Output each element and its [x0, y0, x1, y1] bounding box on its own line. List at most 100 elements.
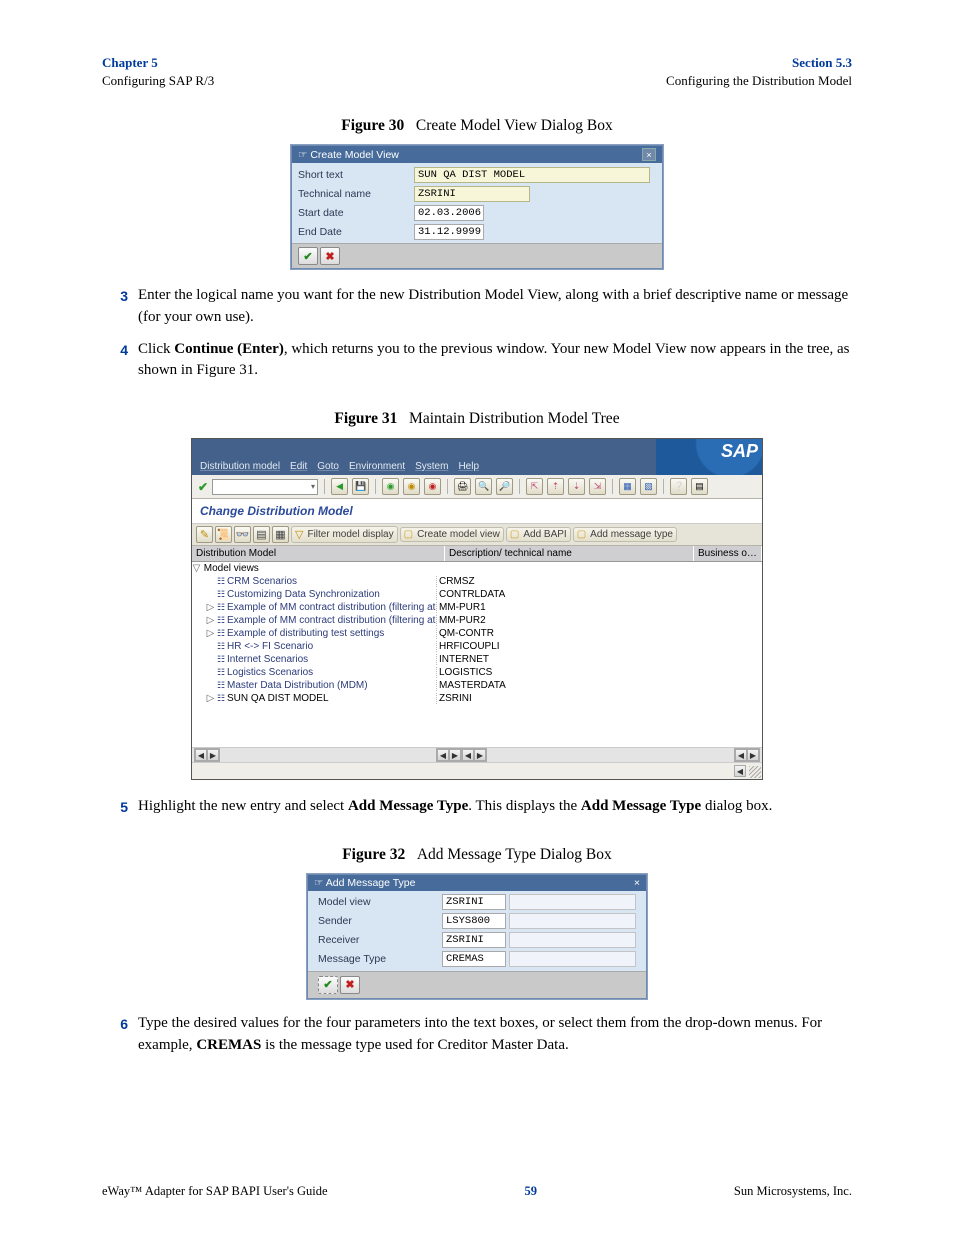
model-icon: ☷ [215, 641, 227, 652]
tree-root[interactable]: ▽ Model views [192, 562, 762, 575]
model-icon: ☷ [215, 693, 227, 704]
tree-item[interactable]: ☷Master Data Distribution (MDM)MASTERDAT… [192, 679, 762, 692]
model-icon: ☷ [215, 667, 227, 678]
scroll-left-icon-3[interactable]: ◀ [462, 749, 474, 761]
dialog-title-icon: ☞ [298, 149, 310, 161]
ok-button[interactable]: ✔ [318, 976, 338, 994]
nav-back-icon[interactable]: ◉ [382, 478, 399, 495]
status-caret-icon[interactable]: ◀ [734, 765, 746, 777]
model-view-input[interactable]: ZSRINI [442, 894, 506, 910]
scroll-right-icon-3[interactable]: ▶ [474, 749, 486, 761]
menu-goto[interactable]: Goto [317, 461, 339, 472]
page-number: 59 [524, 1184, 537, 1199]
step-3-number: 3 [102, 286, 138, 330]
help-icon[interactable]: ❔ [670, 478, 687, 495]
tree-item[interactable]: ▷☷Example of distributing test settingsQ… [192, 627, 762, 640]
scroll-right-icon-2[interactable]: ▶ [449, 749, 461, 761]
model-view-label: Model view [318, 896, 438, 908]
tree-item[interactable]: ☷Logistics ScenariosLOGISTICS [192, 666, 762, 679]
sender-input[interactable]: LSYS800 [442, 913, 506, 929]
next-page-icon[interactable]: ⇣ [568, 478, 585, 495]
glasses-icon[interactable]: 👓 [234, 526, 251, 543]
command-field[interactable]: ▾ [212, 479, 318, 495]
scroll-left-icon[interactable]: ◀ [195, 749, 207, 761]
figure-30-caption: Figure 30 Create Model View Dialog Box [102, 117, 852, 135]
scroll-left-icon-4[interactable]: ◀ [735, 749, 747, 761]
step-3-text: Enter the logical name you want for the … [138, 285, 852, 329]
scroll-right-icon[interactable]: ▶ [207, 749, 219, 761]
create-model-view-dialog: ☞ Create Model View × Short text SUN QA … [291, 145, 663, 269]
nav-cancel-icon[interactable]: ◉ [424, 478, 441, 495]
tree-item[interactable]: ☷HR <-> FI ScenarioHRFICOUPLI [192, 640, 762, 653]
message-type-label: Message Type [318, 953, 438, 965]
add-message-type-dialog: ☞ Add Message Type × Model view ZSRINI S… [307, 874, 647, 999]
prev-page-icon[interactable]: ⇡ [547, 478, 564, 495]
back-icon[interactable]: ◀ [331, 478, 348, 495]
ok-button[interactable]: ✔ [298, 247, 318, 265]
message-type-input[interactable]: CREMAS [442, 951, 506, 967]
new-session-icon[interactable]: ▦ [619, 478, 636, 495]
tree-item[interactable]: ☷CRM ScenariosCRMSZ [192, 575, 762, 588]
scroll-left-icon-2[interactable]: ◀ [437, 749, 449, 761]
model-icon: ☷ [215, 589, 227, 600]
end-date-input[interactable]: 31.12.9999 [414, 224, 484, 240]
print-icon[interactable]: 🖨 [454, 478, 471, 495]
tree-item[interactable]: ☷Internet ScenariosINTERNET [192, 653, 762, 666]
col-description: Description/ technical name [445, 546, 694, 561]
dialog-title: Create Model View [310, 149, 399, 161]
add-message-type-button[interactable]: ▢Add message type [573, 527, 677, 542]
technical-name-input[interactable]: ZSRINI [414, 186, 530, 202]
find-next-icon[interactable]: 🔎 [496, 478, 513, 495]
last-page-icon[interactable]: ⇲ [589, 478, 606, 495]
enter-icon[interactable]: ✔ [198, 480, 208, 494]
step-4-number: 4 [102, 340, 138, 384]
layout-icon[interactable]: ▤ [691, 478, 708, 495]
resize-grip-icon[interactable] [749, 766, 761, 778]
dialog32-title-icon: ☞ [314, 877, 326, 889]
tree-item[interactable]: ☷Customizing Data SynchronizationCONTRLD… [192, 588, 762, 601]
scroll-right-icon-4[interactable]: ▶ [747, 749, 759, 761]
create-model-view-button[interactable]: ▢Create model view [400, 527, 504, 542]
chapter-label: Chapter 5 [102, 54, 214, 72]
menu-distribution-model[interactable]: Distribution model [200, 461, 280, 472]
start-date-input[interactable]: 02.03.2006 [414, 205, 484, 221]
filter-model-display-button[interactable]: ▽Filter model display [291, 526, 398, 543]
menu-system[interactable]: System [415, 461, 448, 472]
page-header: Chapter 5 Configuring SAP R/3 Section 5.… [102, 54, 852, 89]
short-text-input[interactable]: SUN QA DIST MODEL [414, 167, 650, 183]
nav-up-icon[interactable]: ◉ [403, 478, 420, 495]
save-icon[interactable]: 💾 [352, 478, 369, 495]
dialog32-title: Add Message Type [326, 877, 416, 889]
chapter-sub: Configuring SAP R/3 [102, 72, 214, 90]
grid-header: Distribution Model Description/ technica… [192, 546, 762, 562]
shortcut-icon[interactable]: ▧ [640, 478, 657, 495]
tree-item[interactable]: ▷☷SUN QA DIST MODELZSRINI [192, 692, 762, 705]
distribution-model-window: SAP Distribution model Edit Goto Environ… [191, 438, 763, 780]
tree-area: ▽ Model views ☷CRM ScenariosCRMSZ☷Custom… [192, 562, 762, 748]
layout-icon-3[interactable]: ▦ [272, 526, 289, 543]
pencil-icon[interactable]: ✎ [196, 526, 213, 543]
layout-icon-2[interactable]: ▤ [253, 526, 270, 543]
menu-help[interactable]: Help [458, 461, 479, 472]
model-icon: ☷ [215, 628, 227, 639]
col-distribution-model: Distribution Model [192, 546, 445, 561]
cancel-button[interactable]: ✖ [340, 976, 360, 994]
dropdown-caret-icon: ▾ [311, 482, 315, 491]
receiver-input[interactable]: ZSRINI [442, 932, 506, 948]
scroll-icon[interactable]: 📜 [215, 526, 232, 543]
tree-item[interactable]: ▷☷Example of MM contract distribution (f… [192, 601, 762, 614]
close-icon[interactable]: × [642, 148, 656, 161]
dialog32-titlebar: ☞ Add Message Type × [308, 875, 646, 891]
cancel-button[interactable]: ✖ [320, 247, 340, 265]
close-icon[interactable]: × [634, 877, 640, 889]
short-text-label: Short text [298, 169, 410, 181]
menu-environment[interactable]: Environment [349, 461, 405, 472]
first-page-icon[interactable]: ⇱ [526, 478, 543, 495]
find-icon[interactable]: 🔍 [475, 478, 492, 495]
window-subtitle: Change Distribution Model [192, 499, 762, 524]
tree-item[interactable]: ▷☷Example of MM contract distribution (f… [192, 614, 762, 627]
menu-edit[interactable]: Edit [290, 461, 307, 472]
technical-name-label: Technical name [298, 188, 410, 200]
add-bapi-button[interactable]: ▢Add BAPI [506, 527, 571, 542]
step-5-text: Highlight the new entry and select Add M… [138, 796, 852, 818]
